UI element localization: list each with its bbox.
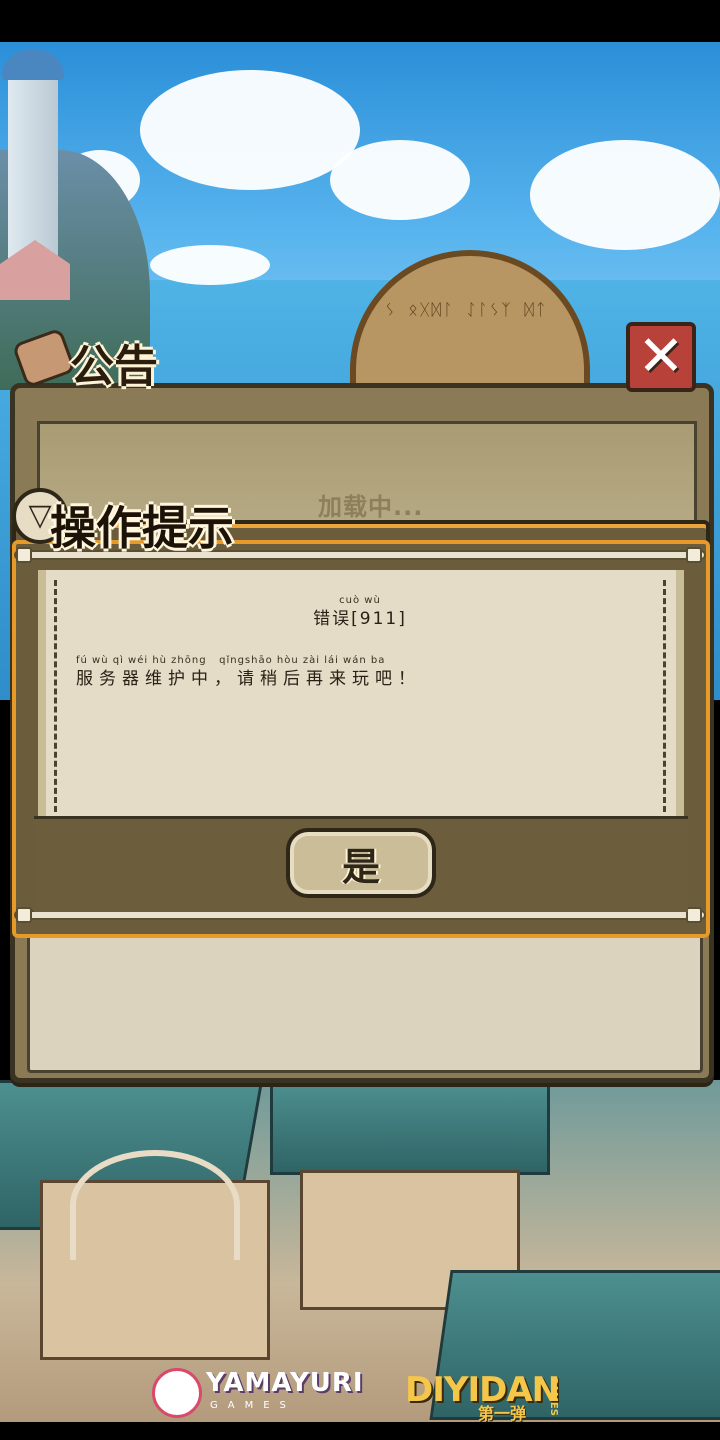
announcement-title: 公告 <box>70 341 158 392</box>
status-bar <box>0 0 720 42</box>
game-logo-emblem-text: ᛊ ᛟᚷᛞᛚ ᛇᛚᛊᛉ ᛞᛏ <box>385 300 548 319</box>
building-roof <box>270 1080 550 1175</box>
cloud <box>140 70 360 190</box>
maintenance-text: 服务器维护中，请稍后再来玩吧！ <box>76 669 421 689</box>
diyidan-games-label: GAMES <box>548 1376 559 1416</box>
diyidan-logo-sub: 第一弹 <box>478 1404 527 1423</box>
close-button[interactable]: ✕ <box>626 322 696 392</box>
loading-text: 加载中... <box>318 493 424 521</box>
cloud <box>150 245 270 285</box>
close-icon: ✕ <box>637 324 685 389</box>
error-pinyin: cuò wù <box>339 595 381 606</box>
confirm-button-label: 是 <box>341 843 380 889</box>
building-window <box>70 1150 240 1260</box>
nav-bar <box>0 1422 720 1440</box>
yamayuri-logo-sub: GAMES <box>210 1400 296 1411</box>
game-screen: ᛊ ᛟᚷᛞᛚ ᛇᛚᛊᛉ ᛞᛏ 公告 ✕ 加载中... ▽ 操作提示 cuò wù… <box>0 0 720 1440</box>
confirm-button[interactable]: 是 <box>286 828 436 898</box>
dialog-corner <box>686 547 702 563</box>
dialog-corner <box>16 547 32 563</box>
arrow-badge-icon: ▽ <box>28 498 52 533</box>
announcement-content-area <box>27 933 703 1073</box>
cloud <box>330 140 470 220</box>
yamayuri-logo: YAMAYURI <box>206 1368 364 1398</box>
maintenance-message: fú wù qì wéi hù zhōng qǐngshāo hòu zài l… <box>76 655 421 691</box>
maintenance-pinyin: fú wù qì wéi hù zhōng qǐngshāo hòu zài l… <box>76 655 386 666</box>
error-text: 错误[911] <box>313 609 407 629</box>
dialog-corner <box>686 907 702 923</box>
dialog-title: 操作提示 <box>50 501 234 555</box>
yamayuri-flower-icon <box>152 1368 202 1418</box>
error-message: cuò wù 错误[911] <box>0 595 720 631</box>
lighthouse <box>2 50 64 270</box>
dialog-corner <box>16 907 32 923</box>
cloud <box>530 140 720 250</box>
